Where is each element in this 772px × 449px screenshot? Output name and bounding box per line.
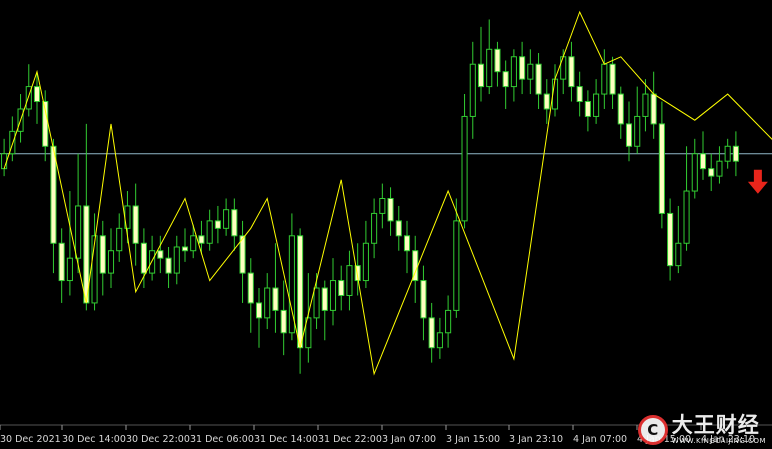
sell-arrow-icon [747, 169, 768, 194]
candle-bull [593, 93, 600, 117]
candle-bear [732, 145, 739, 162]
candle-bear [140, 242, 147, 274]
candle-bull [445, 309, 452, 334]
candle-bear [198, 235, 205, 244]
candle-bear [494, 48, 501, 73]
x-tick-label: 30 Dec 22:00 [126, 434, 190, 445]
candle-bear [584, 101, 591, 117]
zigzag-line [3, 10, 772, 376]
candle-bull [371, 212, 378, 244]
candle-bear [297, 235, 304, 349]
candle-bear [708, 168, 715, 177]
candle-bull [436, 332, 443, 349]
price-chart-svg: 30 Dec 2021 30 Dec 14:00 30 Dec 22:00 31 De… [0, 10, 772, 445]
chart-area[interactable]: 30 Dec 2021 30 Dec 14:00 30 Dec 22:00 31 De… [0, 0, 772, 449]
candle-bear [33, 86, 41, 103]
candle-bull [675, 242, 682, 267]
x-tick-label: 31 Dec 22:00 [318, 434, 382, 445]
candle-bear [650, 93, 657, 125]
candle-bear [576, 86, 583, 103]
candle-bear [255, 302, 263, 319]
candle-bull [264, 287, 271, 319]
candle-bull [206, 220, 213, 244]
candle-bull [66, 257, 73, 282]
candle-bull [313, 287, 320, 319]
candle-bear [658, 123, 665, 214]
candle-bear [321, 287, 328, 311]
candle-bull [75, 205, 82, 259]
brand-text-block: 大王财经 WWW.KINGCAIJING.COM [672, 415, 766, 445]
candle-bull [724, 145, 731, 162]
candle-bull [107, 250, 115, 274]
candle-bull [560, 56, 567, 80]
candle-bear [428, 317, 435, 349]
brand-url: WWW.KINGCAIJING.COM [671, 437, 766, 445]
candle-bear [625, 123, 633, 147]
candle-bear [157, 250, 164, 259]
candle-bear [58, 242, 65, 282]
candle-bull [601, 63, 608, 95]
candle-bear [535, 63, 542, 95]
x-tick-label: 4 Jan 07:00 [573, 434, 627, 445]
candle-bear [165, 257, 172, 274]
candle-bear [568, 56, 575, 88]
candle-bear [543, 93, 550, 110]
candle-bear [231, 209, 238, 237]
candle-bull [716, 160, 723, 177]
candle-bull [461, 115, 468, 222]
brand-logo-icon: C [637, 415, 668, 445]
candle-bear [214, 220, 221, 229]
candle-bear [247, 272, 254, 304]
candle-bull [362, 242, 369, 282]
candle-bear [699, 153, 707, 170]
brand-name: 大王财经 [671, 413, 760, 437]
candle-bull [1, 153, 8, 170]
candle-bear [280, 309, 287, 334]
x-tick-label: 3 Jan 23:10 [509, 434, 563, 445]
candle-bull [691, 153, 698, 192]
candle-bear [99, 235, 106, 274]
x-tick-label: 31 Dec 14:00 [254, 434, 318, 445]
x-tick-label: 3 Jan 07:00 [382, 434, 436, 445]
candle-bull [469, 63, 476, 117]
candle-bull [510, 56, 517, 88]
x-tick-label: 30 Dec 2021 [0, 434, 61, 445]
candle-bull [190, 235, 197, 252]
candle-bull [329, 280, 337, 311]
candle-bear [420, 280, 427, 319]
candle-bear [667, 212, 674, 267]
candle-bear [519, 56, 526, 80]
candle-bull [527, 63, 534, 80]
candle-bull [486, 48, 493, 88]
candle-bull [116, 227, 123, 252]
candle-bear [502, 71, 509, 88]
candle-bear [50, 145, 57, 244]
candle-bear [181, 246, 189, 252]
candle-bear [132, 205, 139, 244]
x-tick-label: 30 Dec 14:00 [62, 434, 126, 445]
candle-bear [403, 235, 411, 252]
candle-bull [223, 209, 230, 229]
candle-bull [642, 93, 649, 117]
candle-bear [272, 287, 279, 311]
candle-bull [173, 246, 180, 274]
watermark-logo: C 大王财经 WWW.KINGCAIJING.COM [637, 415, 766, 445]
x-tick-label: 31 Dec 06:00 [190, 434, 254, 445]
candle-bear [387, 198, 394, 222]
candle-bull [346, 265, 353, 296]
candle-bull [149, 250, 156, 274]
candle-bear [617, 93, 624, 125]
candle-bear [477, 63, 485, 88]
x-tick-label: 3 Jan 15:00 [446, 434, 500, 445]
candle-bull [683, 190, 690, 244]
candle-bull [379, 198, 386, 214]
candle-bear [609, 63, 616, 95]
candle-bull [634, 115, 641, 147]
candle-bull [453, 220, 460, 311]
candle-bear [338, 280, 345, 296]
candle-bear [395, 220, 402, 237]
